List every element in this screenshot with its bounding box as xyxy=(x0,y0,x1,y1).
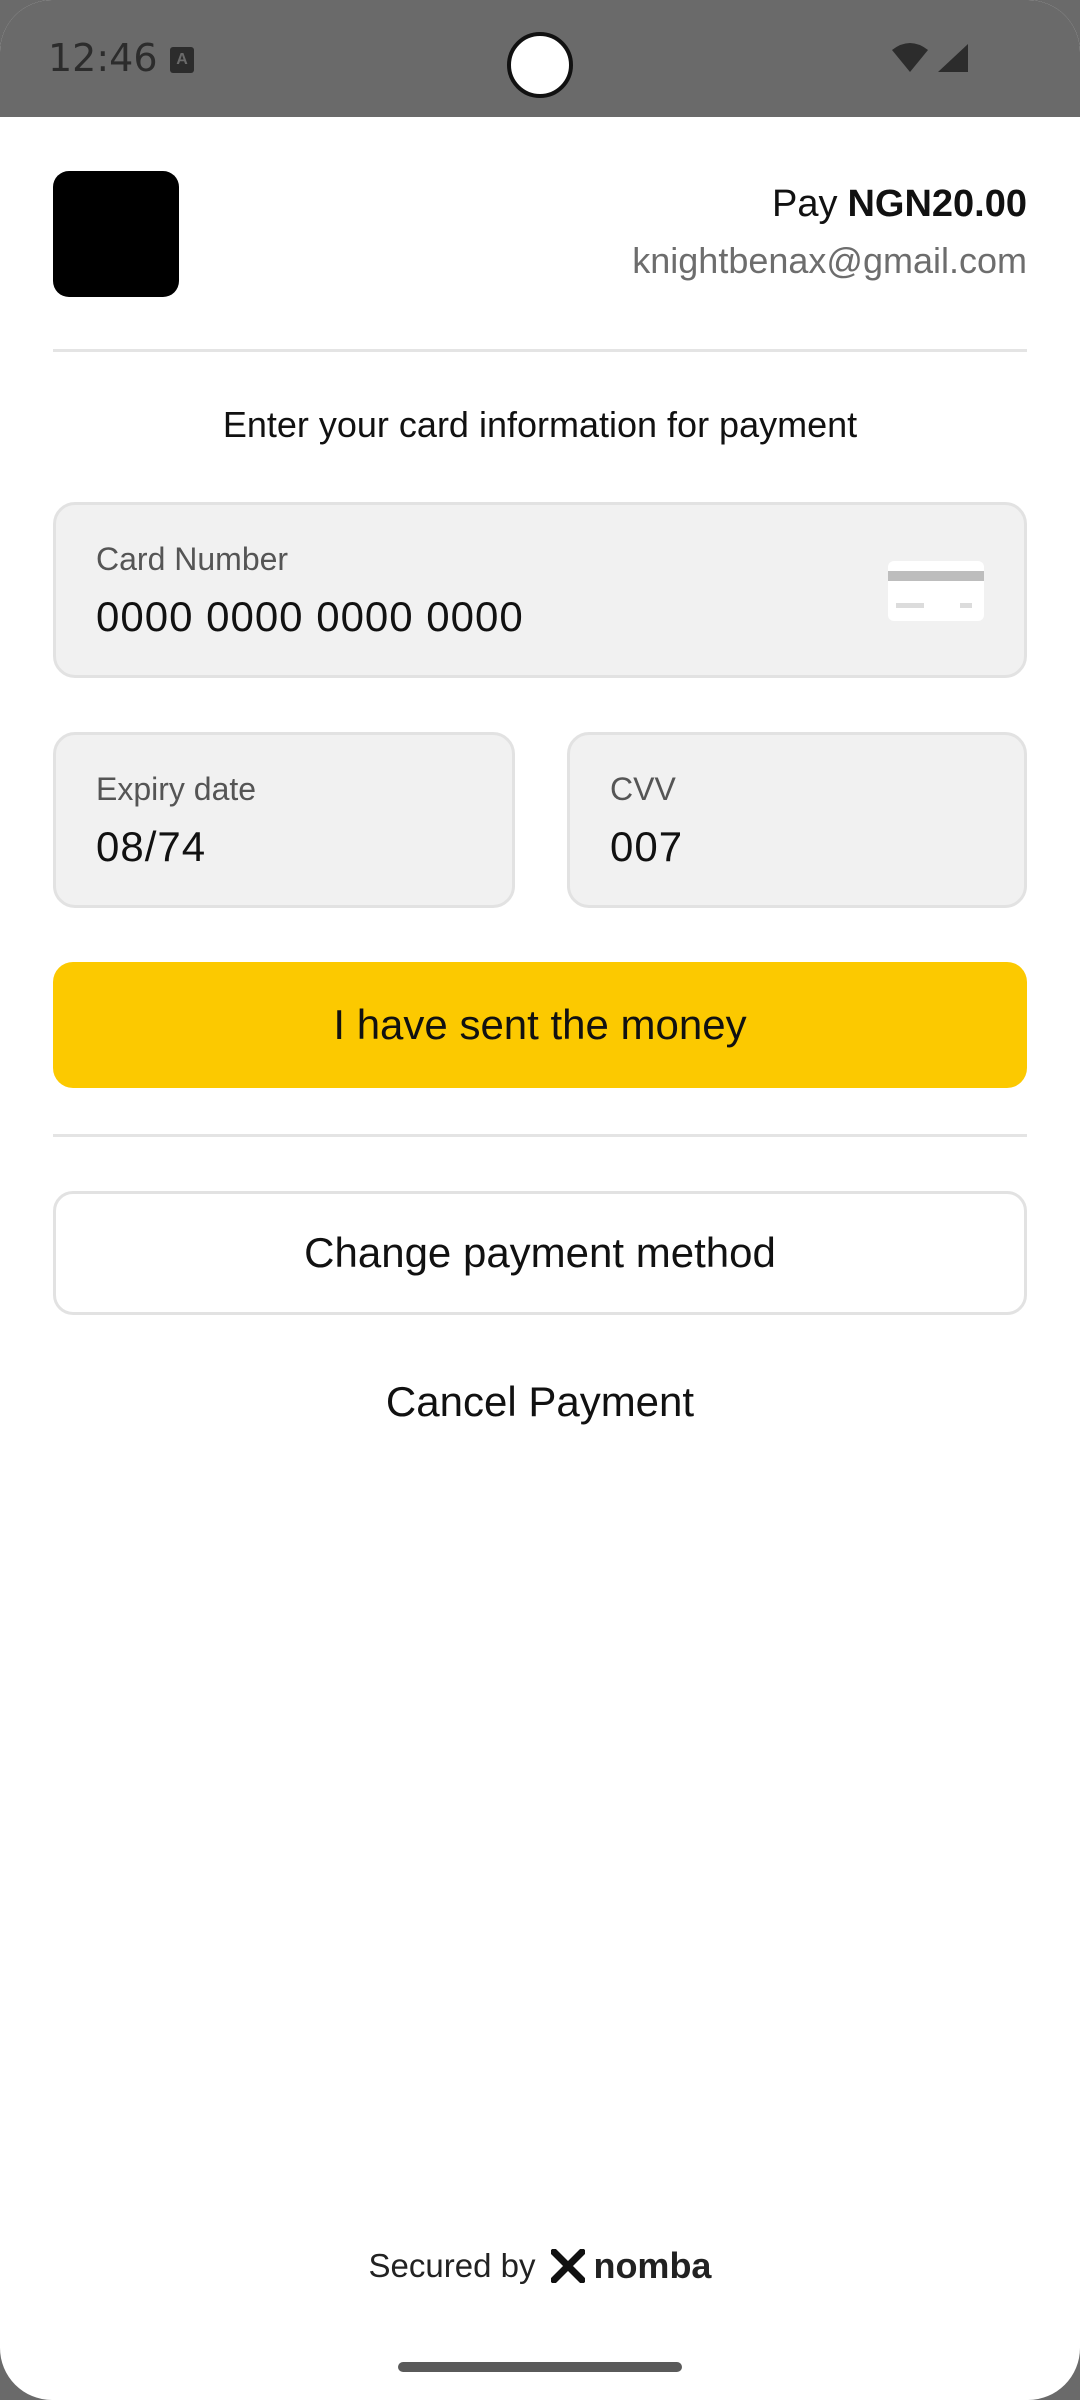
cvv-field[interactable]: CVV 007 xyxy=(567,732,1027,908)
wifi-icon xyxy=(892,43,928,72)
instruction-text: Enter your card information for payment xyxy=(222,404,858,445)
sent-money-button[interactable]: I have sent the money xyxy=(53,962,1027,1088)
cvv-label: CVV xyxy=(610,771,676,807)
nomba-brand: nomba xyxy=(593,2245,712,2286)
pay-amount: NGN20.00 xyxy=(847,183,1027,225)
a-square-icon: A xyxy=(170,47,194,73)
secured-by-footer: Secured by nomba xyxy=(0,2245,1080,2287)
status-bar: 12:46 A xyxy=(0,0,1080,117)
header-divider xyxy=(53,349,1027,352)
expiry-date-label: Expiry date xyxy=(96,771,257,807)
change-payment-method-button[interactable]: Change payment method xyxy=(53,1191,1027,1315)
status-time: 12:46 xyxy=(48,36,158,80)
actions-divider xyxy=(53,1134,1027,1137)
cancel-payment-button[interactable]: Cancel Payment xyxy=(0,1378,1080,1426)
card-number-label: Card Number xyxy=(96,541,289,577)
secured-by-label: Secured by xyxy=(368,2247,536,2284)
camera-cutout xyxy=(507,32,573,98)
card-number-field[interactable]: Card Number 0000 0000 0000 0000 xyxy=(53,502,1027,678)
pay-label: Pay xyxy=(771,183,838,225)
customer-email: knightbenax@gmail.com xyxy=(632,240,1027,281)
nomba-logo-icon xyxy=(551,2249,586,2283)
home-indicator[interactable] xyxy=(398,2362,682,2372)
expiry-date-field[interactable]: Expiry date 08/74 xyxy=(53,732,515,908)
merchant-logo xyxy=(53,171,179,297)
pay-amount-line: Pay NGN20.00 xyxy=(772,183,1027,226)
expiry-date-value: 08/74 xyxy=(96,823,207,870)
cvv-value: 007 xyxy=(610,823,684,870)
credit-card-icon xyxy=(888,561,984,621)
card-number-value: 0000 0000 0000 0000 xyxy=(96,593,524,640)
signal-icon xyxy=(938,44,968,72)
payment-screen: 12:46 A Pay NGN20.00 knightbenax@gmail.co… xyxy=(0,0,1080,2400)
